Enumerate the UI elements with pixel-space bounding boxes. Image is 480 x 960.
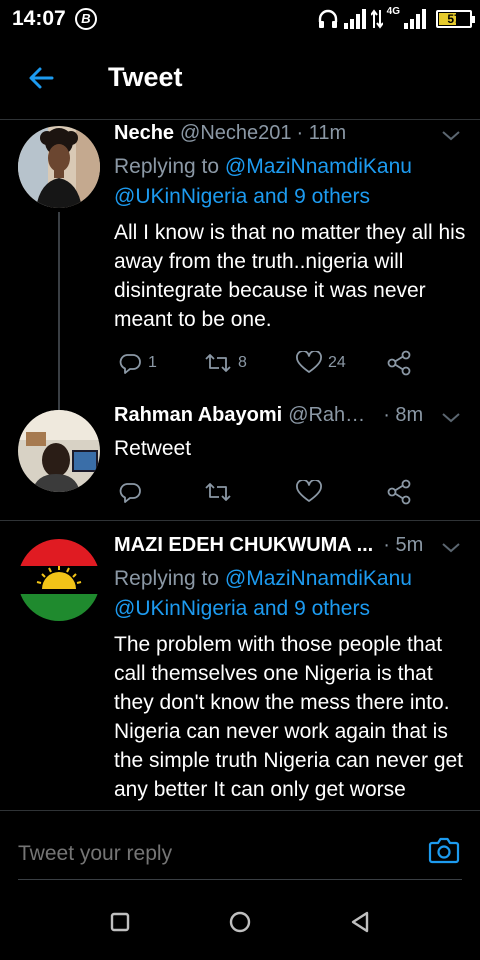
camera-icon: [428, 837, 460, 864]
circle-icon: [229, 911, 251, 933]
chevron-down-icon: [442, 413, 460, 423]
mention-link[interactable]: @UKinNigeria and 9 others: [114, 185, 370, 208]
retweet-icon: [205, 354, 231, 372]
status-time: 14:07: [12, 7, 66, 30]
tweet-text: Retweet: [114, 437, 192, 460]
page-title: Tweet: [108, 62, 183, 92]
composer-underline: [18, 879, 462, 880]
recent-apps-button[interactable]: [108, 910, 132, 934]
tweet-item[interactable]: MAZI EDEH CHUKWUMA ... · 5m Replying to …: [0, 521, 480, 809]
author-handle[interactable]: @Rah…: [288, 404, 365, 427]
avatar[interactable]: [18, 126, 100, 208]
b-notification-icon: B: [75, 8, 97, 30]
signal-icon: [343, 9, 366, 29]
tweet-header: Rahman Abayomi @Rah… · 8m: [114, 404, 466, 434]
share-icon: [387, 479, 411, 505]
camera-button[interactable]: [428, 835, 460, 865]
author-name[interactable]: Rahman Abayomi: [114, 404, 282, 427]
reply-button[interactable]: 1: [118, 348, 157, 378]
mention-link[interactable]: @UKinNigeria and 9 others: [114, 597, 370, 620]
retweet-button[interactable]: 8: [204, 348, 247, 378]
tweet-text: All I know is that no matter they all hi…: [114, 221, 466, 331]
replying-to: Replying to @MaziNnamdiKanu @UKinNigeria…: [114, 152, 466, 212]
biafra-flag-avatar: [18, 539, 100, 621]
tweet-timestamp: · 5m: [383, 534, 424, 556]
system-nav-bar: [0, 884, 480, 960]
tweet-actions: [114, 477, 434, 507]
tweet-timestamp: · 8m: [383, 404, 424, 426]
tweet-actions: 1 8 24: [114, 348, 434, 378]
back-button[interactable]: [22, 58, 62, 98]
reply-icon: [119, 354, 141, 374]
tweet-menu-button[interactable]: [440, 128, 462, 144]
tweet-menu-button[interactable]: [440, 410, 462, 426]
tweet-header: Neche @Neche201 · 11m: [114, 122, 466, 152]
heart-icon: [296, 480, 322, 502]
tweet-item[interactable]: Neche @Neche201 · 11m Replying to @MaziN…: [0, 120, 480, 400]
avatar[interactable]: [18, 410, 100, 492]
author-name[interactable]: Neche: [114, 122, 174, 145]
author-handle[interactable]: @Neche201: [180, 122, 291, 145]
avatar-image: [18, 126, 100, 208]
tweet-content: MAZI EDEH CHUKWUMA ... · 5m Replying to …: [114, 534, 466, 804]
square-icon: [110, 912, 130, 932]
data-arrows-icon: [370, 9, 383, 29]
tweet-item[interactable]: Rahman Abayomi @Rah… · 8m Retweet: [0, 400, 480, 520]
like-count: 24: [328, 354, 346, 371]
like-button[interactable]: [296, 477, 322, 507]
chevron-down-icon: [442, 543, 460, 553]
battery-level: 57: [447, 12, 461, 26]
status-icons: 4G 57: [317, 6, 475, 32]
retweet-button[interactable]: [204, 477, 232, 507]
home-button[interactable]: [228, 910, 252, 934]
triangle-icon: [351, 911, 369, 933]
tweet-text: The problem with those people that call …: [114, 633, 464, 801]
network-type: 4G: [386, 6, 400, 17]
tweet-header: MAZI EDEH CHUKWUMA ... · 5m: [114, 534, 466, 564]
headphones-icon: [318, 9, 337, 28]
like-button[interactable]: 24: [296, 348, 346, 378]
share-button[interactable]: [386, 348, 412, 378]
status-bar: 14:07 B 4G 57: [0, 0, 480, 38]
mention-link[interactable]: @MaziNnamdiKanu: [225, 155, 412, 178]
retweet-count: 8: [238, 354, 247, 371]
reply-composer: [0, 810, 480, 884]
replying-prefix: Replying to: [114, 155, 225, 178]
system-back-button[interactable]: [348, 910, 372, 934]
signal-icon-2: [404, 9, 426, 29]
reply-icon: [119, 483, 141, 503]
tweet-timestamp: · 11m: [296, 122, 347, 144]
avatar[interactable]: [18, 539, 100, 621]
share-icon: [387, 350, 411, 376]
avatar-image: [18, 410, 100, 492]
reply-button[interactable]: [118, 477, 142, 507]
reply-count: 1: [148, 354, 157, 371]
chevron-down-icon: [442, 131, 460, 141]
mention-link[interactable]: @MaziNnamdiKanu: [225, 567, 412, 590]
tweet-content: Rahman Abayomi @Rah… · 8m Retweet: [114, 404, 466, 463]
retweet-icon: [205, 483, 231, 501]
tweet-content: Neche @Neche201 · 11m Replying to @MaziN…: [114, 122, 466, 334]
replying-prefix: Replying to: [114, 567, 225, 590]
heart-icon: [296, 351, 322, 373]
replying-to: Replying to @MaziNnamdiKanu @UKinNigeria…: [114, 564, 466, 624]
tweet-menu-button[interactable]: [440, 540, 462, 556]
reply-input[interactable]: [18, 839, 398, 869]
battery-icon: 57: [436, 10, 475, 28]
author-name[interactable]: MAZI EDEH CHUKWUMA ...: [114, 534, 373, 557]
share-button[interactable]: [386, 477, 412, 507]
top-app-bar: Tweet: [0, 38, 480, 120]
arrow-left-icon: [29, 67, 54, 89]
